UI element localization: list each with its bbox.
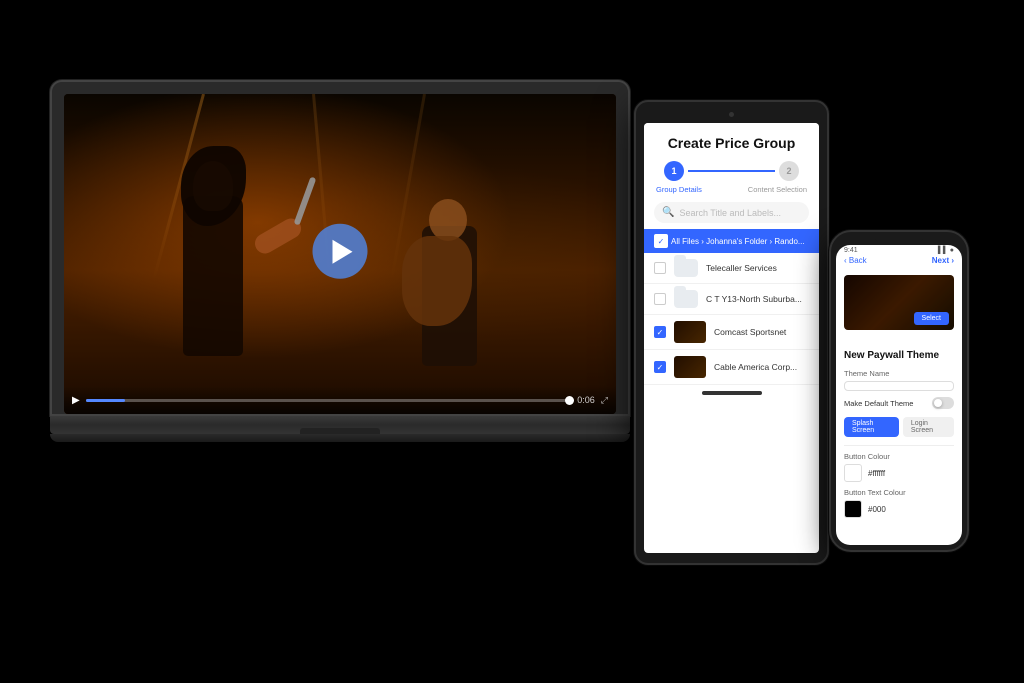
tablet-home-bar — [644, 385, 819, 401]
phone-bezel: 9:41 ▌▌ ● ‹ Back Next › Select — [829, 230, 969, 552]
step-labels: Group Details Content Selection — [654, 185, 809, 194]
make-default-toggle[interactable] — [932, 397, 954, 409]
guitar — [402, 236, 472, 326]
breadcrumb-text: All Files › Johanna's Folder › Rando... — [671, 237, 805, 246]
video-frame: ▶ 0:06 ⤢ — [64, 94, 616, 414]
play-icon — [332, 239, 352, 263]
home-indicator — [702, 391, 762, 395]
back-button[interactable]: ‹ Back — [844, 256, 867, 265]
phone-content: New Paywall Theme Theme Name Make Defaul… — [836, 342, 962, 532]
step-line — [688, 170, 775, 172]
row-checkbox-2[interactable] — [654, 293, 666, 305]
phone-nav-bar: ‹ Back Next › — [836, 256, 962, 269]
time-display: 0:06 — [577, 395, 595, 405]
row-checkbox-3[interactable]: ✓ — [654, 326, 666, 338]
video-thumb-1 — [674, 321, 706, 343]
stepper: 1 2 — [654, 161, 809, 181]
table-row[interactable]: C T Y13-North Suburba... — [644, 284, 819, 315]
tablet-title: Create Price Group — [654, 135, 809, 151]
breadcrumb-bar: ✓ All Files › Johanna's Folder › Rando..… — [644, 229, 819, 253]
step-2-circle: 2 — [779, 161, 799, 181]
search-bar[interactable]: 🔍 Search Title and Labels... — [654, 202, 809, 223]
make-default-row: Make Default Theme — [844, 397, 954, 409]
singer-silhouette — [163, 136, 303, 356]
table-row[interactable]: Telecaller Services — [644, 253, 819, 284]
step-1-circle: 1 — [664, 161, 684, 181]
phone-video-thumb: Select — [844, 275, 954, 330]
laptop-screen: ▶ 0:06 ⤢ — [64, 94, 616, 414]
row-label-3: Comcast Sportsnet — [714, 327, 809, 337]
folder-icon-1 — [674, 259, 698, 277]
button-text-color-hex: #000 — [868, 505, 886, 514]
row-label-1: Telecaller Services — [706, 263, 809, 273]
tablet-camera-bar — [644, 112, 819, 117]
phone-tabs: Splash Screen Login Screen — [844, 417, 954, 437]
video-thumb-2 — [674, 356, 706, 378]
divider — [844, 445, 954, 446]
video-thumb-container: Select — [836, 275, 962, 342]
search-placeholder: Search Title and Labels... — [679, 208, 781, 218]
phone-screen: 9:41 ▌▌ ● ‹ Back Next › Select — [836, 245, 962, 545]
theme-name-label: Theme Name — [844, 369, 954, 378]
phone-status-icons: ▌▌ ● — [938, 247, 954, 254]
tablet-screen: Create Price Group 1 2 Group Details C — [644, 123, 819, 553]
laptop: ▶ 0:06 ⤢ — [50, 80, 630, 442]
table-row[interactable]: ✓ Cable America Corp... — [644, 350, 819, 385]
phone-status-bar: 9:41 ▌▌ ● — [836, 245, 962, 256]
make-default-label: Make Default Theme — [844, 399, 913, 408]
laptop-notch — [300, 428, 380, 434]
tablet-camera — [729, 112, 734, 117]
row-label-2: C T Y13-North Suburba... — [706, 294, 809, 304]
guitarist-silhouette — [397, 166, 517, 366]
phone-time: 9:41 — [844, 247, 858, 254]
step-2-label: Content Selection — [748, 185, 807, 194]
tablet: Create Price Group 1 2 Group Details C — [634, 100, 829, 565]
laptop-base — [50, 416, 630, 434]
control-play-icon[interactable]: ▶ — [72, 395, 80, 406]
phone: 9:41 ▌▌ ● ‹ Back Next › Select — [829, 230, 969, 552]
step-1-label: Group Details — [656, 185, 702, 194]
table-row[interactable]: ✓ Comcast Sportsnet — [644, 315, 819, 350]
progress-thumb — [565, 396, 574, 405]
row-checkbox-4[interactable]: ✓ — [654, 361, 666, 373]
next-button[interactable]: Next › — [932, 256, 954, 265]
progress-fill — [86, 399, 125, 402]
button-color-hex: #ffffff — [868, 469, 885, 478]
select-button[interactable]: Select — [914, 312, 949, 325]
button-text-color-row: #000 — [844, 500, 954, 518]
button-color-swatch[interactable] — [844, 464, 862, 482]
scene: ▶ 0:06 ⤢ — [0, 0, 1024, 683]
guitarist-head — [429, 199, 467, 241]
row-checkbox-1[interactable] — [654, 262, 666, 274]
button-text-color-swatch[interactable] — [844, 500, 862, 518]
folder-icon-2 — [674, 290, 698, 308]
tablet-header: Create Price Group 1 2 Group Details C — [644, 123, 819, 194]
fullscreen-icon[interactable]: ⤢ — [601, 395, 608, 406]
phone-notch-cutout — [874, 232, 924, 244]
tab-splash[interactable]: Splash Screen — [844, 417, 899, 437]
tablet-bezel: Create Price Group 1 2 Group Details C — [634, 100, 829, 565]
laptop-foot — [50, 434, 630, 442]
tab-login[interactable]: Login Screen — [903, 417, 954, 437]
breadcrumb-checkbox[interactable]: ✓ — [654, 234, 668, 248]
play-button[interactable] — [313, 224, 368, 279]
laptop-bezel: ▶ 0:06 ⤢ — [50, 80, 630, 416]
row-label-4: Cable America Corp... — [714, 362, 809, 372]
button-color-label: Button Colour — [844, 452, 954, 461]
button-text-color-label: Button Text Colour — [844, 488, 954, 497]
toggle-thumb — [934, 399, 942, 407]
video-controls: ▶ 0:06 ⤢ — [64, 386, 616, 414]
search-icon: 🔍 — [662, 207, 674, 218]
button-color-row: #ffffff — [844, 464, 954, 482]
theme-name-input[interactable] — [844, 381, 954, 391]
progress-bar[interactable] — [86, 399, 572, 402]
phone-section-title: New Paywall Theme — [844, 350, 954, 361]
